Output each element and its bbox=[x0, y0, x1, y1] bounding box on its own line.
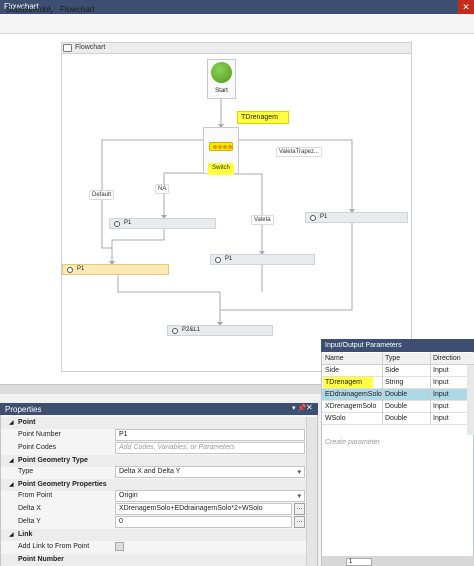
row-from-point: From Point Origin bbox=[1, 490, 307, 503]
table-row[interactable]: WSolo Double Input bbox=[322, 413, 468, 425]
create-parameter-input[interactable]: Create parameter bbox=[325, 439, 380, 446]
properties-close-icon[interactable]: ✕ bbox=[306, 403, 313, 412]
table-row[interactable]: TDrenagem String Input bbox=[322, 377, 468, 389]
switch-label: Switch bbox=[208, 163, 234, 175]
point-node-p1[interactable]: P1 bbox=[305, 212, 408, 223]
point-node-p2-l1[interactable]: P2&L1 bbox=[167, 325, 273, 336]
cell-name: TDrenagem bbox=[325, 379, 362, 386]
point-node-p1-selected[interactable]: P1 bbox=[62, 264, 169, 275]
point-node-p1[interactable]: P1 bbox=[210, 254, 315, 265]
connector-p1d-p2l1 bbox=[220, 223, 353, 311]
cell-type: Side bbox=[385, 367, 400, 374]
node-label: P2&L1 bbox=[182, 327, 201, 333]
label: Delta X bbox=[18, 505, 41, 512]
connector-default bbox=[101, 139, 203, 249]
type-select[interactable]: Delta X and Delta Y bbox=[115, 466, 305, 478]
node-label: P1 bbox=[77, 266, 85, 272]
cell-direction: Input bbox=[433, 367, 449, 374]
properties-vertical-scrollbar[interactable] bbox=[306, 417, 317, 566]
row-delta-y: Delta Y 0 bbox=[1, 516, 307, 529]
cell-direction: Input bbox=[433, 403, 449, 410]
collapse-icon: ◢ bbox=[9, 532, 14, 538]
column-header-type[interactable]: Type bbox=[385, 355, 400, 362]
row-add-link: Add Link to From Point bbox=[1, 541, 307, 554]
point-icon bbox=[172, 328, 178, 334]
section-label: Point bbox=[18, 419, 36, 426]
edge-label-na[interactable]: NA bbox=[155, 184, 170, 194]
connector-p1b-p2l1 bbox=[117, 275, 221, 325]
collapse-icon: ◢ bbox=[9, 458, 14, 464]
io-table-header: Name Type Direction bbox=[322, 353, 474, 365]
connector-p1a-p1b bbox=[111, 229, 165, 264]
start-icon bbox=[211, 62, 232, 83]
cell-direction: Input bbox=[433, 379, 449, 386]
row-type: Type Delta X and Delta Y bbox=[1, 466, 307, 479]
point-icon bbox=[310, 215, 316, 221]
table-row[interactable]: Side Side Input bbox=[322, 365, 468, 377]
section-label: Point Geometry Type bbox=[18, 457, 88, 464]
label: Add Link to From Point bbox=[18, 543, 90, 550]
edge-label-default[interactable]: Default bbox=[89, 190, 115, 200]
point-codes-input[interactable]: Add Codes, Variables, or Parameters bbox=[115, 442, 305, 454]
collapse-icon: ◢ bbox=[9, 420, 14, 426]
node-label: P1 bbox=[225, 256, 233, 262]
section-label: Link bbox=[18, 531, 33, 538]
point-node-p1[interactable]: P1 bbox=[109, 218, 216, 229]
cell-type: Double bbox=[385, 415, 408, 422]
node-label: P1 bbox=[124, 220, 132, 226]
column-header-name[interactable]: Name bbox=[325, 355, 344, 362]
section-label: Point Number bbox=[18, 556, 64, 563]
edge-label-valeta-trapezoidal[interactable]: ValetaTrapez... bbox=[276, 147, 323, 157]
start-label: Start bbox=[215, 88, 228, 94]
delta-x-expression-button[interactable]: ... bbox=[294, 503, 305, 515]
cell-name: Side bbox=[325, 367, 340, 374]
connector-na bbox=[163, 172, 208, 218]
delta-y-input[interactable]: 0 bbox=[115, 516, 292, 528]
cell-type: Double bbox=[385, 391, 408, 398]
properties-title: Properties bbox=[0, 403, 318, 415]
label: Point Number bbox=[18, 431, 61, 438]
row-point-codes: Point Codes Add Codes, Variables, or Para… bbox=[1, 442, 307, 455]
table-row-selected[interactable]: EDdrainagemSolo Double Input bbox=[322, 389, 468, 401]
pin-icon[interactable]: ▾ 📌 bbox=[292, 404, 306, 412]
cell-name: EDdrainagemSolo bbox=[325, 391, 382, 398]
node-label: P1 bbox=[320, 214, 328, 220]
label: From Point bbox=[18, 492, 53, 499]
page-number-field[interactable]: 1 bbox=[346, 558, 372, 566]
io-parameters-title: Input/Output Parameters bbox=[321, 339, 474, 352]
cell-name: WSolo bbox=[325, 415, 346, 422]
connector-valeta bbox=[229, 173, 263, 254]
point-icon bbox=[215, 257, 221, 263]
cell-type: Double bbox=[385, 403, 408, 410]
table-row[interactable]: XDrenagemSolo Double Input bbox=[322, 401, 468, 413]
section-link[interactable]: ◢ Link bbox=[1, 529, 307, 541]
row-point-number: Point Number P1 bbox=[1, 429, 307, 442]
label: Delta Y bbox=[18, 518, 41, 525]
delta-x-input[interactable]: XDrenagemSolo+EDdrainagemSolo*2+WSolo bbox=[115, 503, 292, 515]
cell-direction: Input bbox=[433, 391, 449, 398]
cell-type: String bbox=[385, 379, 404, 386]
io-pager-bar bbox=[322, 556, 474, 566]
column-header-direction[interactable]: Direction bbox=[433, 355, 461, 362]
row-delta-x: Delta X XDrenagemSolo+EDdrainagemSolo*2+W… bbox=[1, 503, 307, 516]
label: Point Codes bbox=[18, 444, 57, 451]
cell-direction: Input bbox=[433, 415, 449, 422]
section-point-number[interactable]: Point Number bbox=[1, 554, 307, 566]
collapse-icon: ◢ bbox=[9, 482, 14, 488]
switch-expression-tag: TDrenagem bbox=[237, 111, 289, 124]
section-label: Point Geometry Properties bbox=[18, 481, 107, 488]
edge-label-valeta[interactable]: Valeta bbox=[251, 215, 274, 225]
from-point-select[interactable]: Origin bbox=[115, 490, 305, 502]
delta-y-expression-button[interactable]: ... bbox=[294, 516, 305, 528]
point-icon bbox=[114, 221, 120, 227]
add-link-checkbox[interactable] bbox=[115, 542, 124, 551]
point-number-input[interactable]: P1 bbox=[115, 429, 305, 441]
switch-icon bbox=[209, 142, 233, 151]
label: Type bbox=[18, 468, 34, 475]
section-point[interactable]: ◢ Point bbox=[1, 417, 307, 429]
cell-name: XDrenagemSolo bbox=[325, 403, 377, 410]
io-vertical-scrollbar[interactable] bbox=[467, 365, 474, 435]
point-icon bbox=[67, 267, 73, 273]
